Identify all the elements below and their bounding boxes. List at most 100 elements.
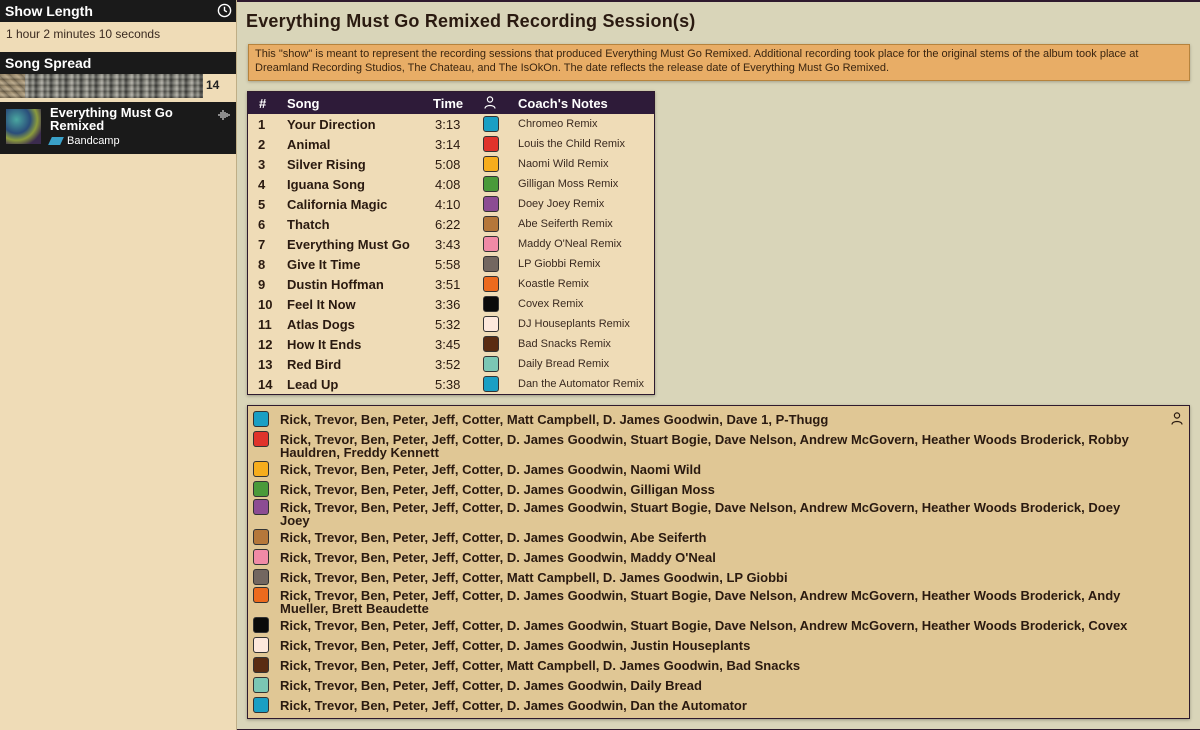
lineup-color-swatch	[483, 116, 499, 132]
track-row[interactable]: 7 Everything Must Go 3:43 Maddy O'Neal Remi…	[248, 234, 654, 254]
coach-note: LP Giobbi Remix	[518, 258, 601, 270]
lineup-names: Rick, Trevor, Ben, Peter, Jeff, Cotter, …	[280, 698, 747, 713]
track-number: 6	[258, 217, 266, 232]
clock-icon	[217, 3, 232, 18]
track-title: Dustin Hoffman	[287, 277, 384, 292]
track-row[interactable]: 5 California Magic 4:10 Doey Joey Remix	[248, 194, 654, 214]
song-spread-title: Song Spread	[5, 55, 92, 71]
track-number: 14	[258, 377, 273, 392]
coach-note: Daily Bread Remix	[518, 358, 610, 370]
track-number: 3	[258, 157, 266, 172]
track-row[interactable]: 4 Iguana Song 4:08 Gilligan Moss Remix	[248, 174, 654, 194]
track-row[interactable]: 6 Thatch 6:22 Abe Seiferth Remix	[248, 214, 654, 234]
track-row[interactable]: 10 Feel It Now 3:36 Covex Remix	[248, 294, 654, 314]
track-title: Lead Up	[287, 377, 339, 392]
lineup-names: Rick, Trevor, Ben, Peter, Jeff, Cotter, …	[280, 658, 801, 673]
lineup-color-swatch	[253, 481, 269, 497]
coach-note: Naomi Wild Remix	[518, 158, 609, 170]
track-row[interactable]: 8 Give It Time 5:58 LP Giobbi Remix	[248, 254, 654, 274]
track-row[interactable]: 3 Silver Rising 5:08 Naomi Wild Remix	[248, 154, 654, 174]
bandcamp-icon	[48, 137, 64, 145]
track-number: 12	[258, 337, 273, 352]
lineup-color-swatch	[483, 256, 499, 272]
lineup-names: Rick, Trevor, Ben, Peter, Jeff, Cotter, …	[280, 678, 702, 693]
track-time: 3:13	[435, 117, 461, 132]
lineup-color-swatch	[483, 356, 499, 372]
lineup-color-swatch	[483, 136, 499, 152]
song-spread-bar[interactable]: 14	[0, 74, 236, 98]
lineup-names: Rick, Trevor, Ben, Peter, Jeff, Cotter, …	[280, 618, 1128, 633]
col-song: Song	[287, 96, 320, 111]
track-title: Silver Rising	[287, 157, 366, 172]
waveform-icon	[218, 110, 230, 120]
album-card[interactable]: Everything Must Go Remixed Bandcamp	[0, 102, 236, 154]
person-icon	[484, 96, 496, 112]
track-time: 4:10	[435, 197, 461, 212]
coach-note: Gilligan Moss Remix	[518, 178, 619, 190]
coach-note: Covex Remix	[518, 298, 584, 310]
lineup-color-swatch	[483, 196, 499, 212]
show-length-value: 1 hour 2 minutes 10 seconds	[6, 27, 161, 41]
lineup-color-swatch	[483, 276, 499, 292]
session-note: This "show" is meant to represent the re…	[248, 44, 1190, 81]
lineup-names: Rick, Trevor, Ben, Peter, Jeff, Cotter, …	[280, 500, 1121, 528]
tracklist-table: # Song Time Coach's Notes 1 Your Directio…	[247, 91, 655, 395]
track-time: 3:36	[435, 297, 461, 312]
col-coach: Coach's Notes	[518, 96, 608, 111]
lineup-color-swatch	[253, 461, 269, 477]
album-source-link[interactable]: Bandcamp	[48, 135, 120, 147]
track-row[interactable]: 12 How It Ends 3:45 Bad Snacks Remix	[248, 334, 654, 354]
lineup-color-swatch	[483, 376, 499, 392]
lineup-color-swatch	[253, 549, 269, 565]
track-title: Iguana Song	[287, 177, 365, 192]
lineup-names: Rick, Trevor, Ben, Peter, Jeff, Cotter, …	[280, 638, 751, 653]
lineup-names: Rick, Trevor, Ben, Peter, Jeff, Cotter, …	[280, 570, 788, 585]
track-title: California Magic	[287, 197, 388, 212]
song-spread-header: Song Spread	[0, 52, 236, 74]
lineup-color-swatch	[483, 156, 499, 172]
song-spread-image	[0, 74, 203, 98]
show-length-title: Show Length	[5, 3, 93, 19]
coach-note: Abe Seiferth Remix	[518, 218, 613, 230]
lineup-color-swatch	[483, 176, 499, 192]
lineup-color-swatch	[253, 569, 269, 585]
track-time: 3:43	[435, 237, 461, 252]
lineup-color-swatch	[253, 411, 269, 427]
lineup-names: Rick, Trevor, Ben, Peter, Jeff, Cotter, …	[280, 482, 715, 497]
lineup-color-swatch	[253, 431, 269, 447]
track-row[interactable]: 13 Red Bird 3:52 Daily Bread Remix	[248, 354, 654, 374]
track-title: Thatch	[287, 217, 330, 232]
track-number: 7	[258, 237, 266, 252]
track-number: 9	[258, 277, 266, 292]
track-row[interactable]: 11 Atlas Dogs 5:32 DJ Houseplants Remix	[248, 314, 654, 334]
track-time: 5:38	[435, 377, 461, 392]
track-time: 5:08	[435, 157, 461, 172]
lineup-color-swatch	[253, 697, 269, 713]
lineup-panel: Rick, Trevor, Ben, Peter, Jeff, Cotter, …	[247, 405, 1190, 719]
album-title: Everything Must Go Remixed	[50, 105, 173, 133]
track-title: Everything Must Go	[287, 237, 410, 252]
track-row[interactable]: 14 Lead Up 5:38 Dan the Automator Remix	[248, 374, 654, 394]
track-row[interactable]: 1 Your Direction 3:13 Chromeo Remix	[248, 114, 654, 134]
track-title: Animal	[287, 137, 331, 152]
track-title: Red Bird	[287, 357, 342, 372]
sidebar: Show Length 1 hour 2 minutes 10 seconds …	[0, 0, 237, 730]
lineup-color-swatch	[483, 336, 499, 352]
track-time: 5:58	[435, 257, 461, 272]
coach-note: Doey Joey Remix	[518, 198, 605, 210]
coach-note: Koastle Remix	[518, 278, 589, 290]
track-number: 11	[258, 317, 272, 332]
track-time: 6:22	[435, 217, 461, 232]
track-number: 2	[258, 137, 266, 152]
show-length-header: Show Length	[0, 0, 236, 22]
lineup-color-swatch	[483, 236, 499, 252]
track-row[interactable]: 2 Animal 3:14 Louis the Child Remix	[248, 134, 654, 154]
lineup-color-swatch	[253, 529, 269, 545]
track-row[interactable]: 9 Dustin Hoffman 3:51 Koastle Remix	[248, 274, 654, 294]
track-time: 3:52	[435, 357, 461, 372]
track-number: 8	[258, 257, 266, 272]
main-content: Everything Must Go Remixed Recording Ses…	[237, 0, 1200, 730]
lineup-color-swatch	[483, 216, 499, 232]
lineup-names: Rick, Trevor, Ben, Peter, Jeff, Cotter, …	[280, 432, 1129, 460]
person-icon	[1171, 412, 1183, 430]
